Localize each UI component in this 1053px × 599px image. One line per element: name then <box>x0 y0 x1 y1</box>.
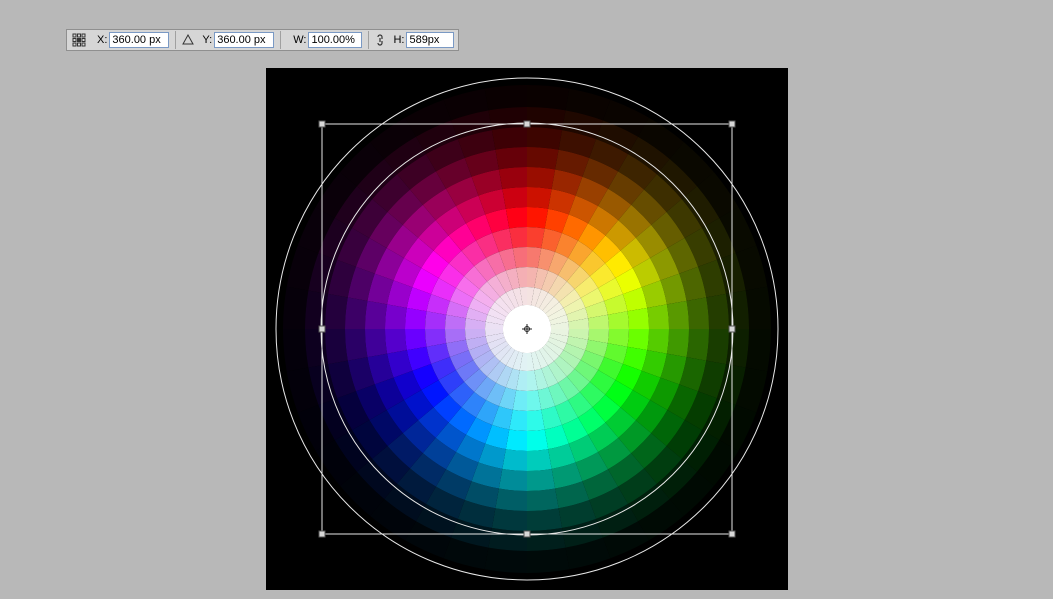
wheel-cell <box>527 85 569 110</box>
wheel-cell <box>283 329 308 371</box>
wheel-cell <box>527 469 555 491</box>
wheel-cell <box>385 304 407 329</box>
wheel-cell <box>485 85 527 110</box>
wheel-cell <box>667 329 689 357</box>
wheel-cell <box>502 187 527 209</box>
reference-point-icon[interactable] <box>71 32 87 48</box>
wheel-cell <box>365 301 387 329</box>
wheel-cell <box>527 167 555 189</box>
wheel-cell <box>667 301 689 329</box>
wheel-cell <box>627 308 649 329</box>
wheel-cell <box>405 308 427 329</box>
wheel-cell <box>488 107 527 130</box>
wheel-cell <box>527 147 559 169</box>
wheel-cell <box>527 187 552 209</box>
wheel-cell <box>506 207 527 229</box>
w-label: W: <box>293 34 306 46</box>
wheel-cell <box>627 329 649 350</box>
relative-position-icon[interactable] <box>182 34 194 46</box>
wheel-cell <box>345 329 367 361</box>
transform-handle[interactable] <box>729 121 735 127</box>
wheel-cell <box>365 329 387 357</box>
wheel-cell <box>647 329 669 354</box>
transform-options-bar: X: Y: W: H: <box>66 29 459 51</box>
y-input[interactable] <box>214 32 274 48</box>
wheel-cell <box>706 294 729 329</box>
wheel-cell <box>506 429 527 451</box>
transform-handle[interactable] <box>729 326 735 332</box>
document-canvas[interactable] <box>266 68 788 590</box>
transform-handle[interactable] <box>319 326 325 332</box>
wheel-cell <box>687 297 709 329</box>
transform-handle[interactable] <box>729 531 735 537</box>
wheel-cell <box>492 127 527 150</box>
wheel-cell <box>687 329 709 361</box>
wheel-cell <box>527 508 562 531</box>
wheel-cell <box>726 329 749 368</box>
transform-handle[interactable] <box>524 531 530 537</box>
separator <box>368 31 369 49</box>
w-input[interactable] <box>308 32 362 48</box>
wheel-cell <box>527 127 562 150</box>
h-input[interactable] <box>406 32 454 48</box>
wheel-cell <box>746 287 771 329</box>
wheel-cell <box>527 548 569 573</box>
x-label: X: <box>97 34 107 46</box>
wheel-cell <box>485 548 527 573</box>
wheel-cell <box>305 290 328 329</box>
wheel-cell <box>726 290 749 329</box>
transform-handle[interactable] <box>319 121 325 127</box>
wheel-cell <box>488 528 527 551</box>
wheel-cell <box>385 329 407 354</box>
wheel-cell <box>345 297 367 329</box>
y-label: Y: <box>202 34 212 46</box>
wheel-cell <box>527 489 559 511</box>
transform-handle[interactable] <box>524 121 530 127</box>
wheel-cell <box>325 294 348 329</box>
wheel-cell <box>706 329 729 364</box>
x-input[interactable] <box>109 32 169 48</box>
h-label: H: <box>393 34 404 46</box>
wheel-cell <box>492 508 527 531</box>
wheel-cell <box>746 329 771 371</box>
wheel-cell <box>527 528 566 551</box>
constrain-proportions-icon[interactable] <box>375 33 385 47</box>
separator <box>175 31 176 49</box>
wheel-cell <box>495 489 527 511</box>
wheel-cell <box>502 449 527 471</box>
wheel-cell <box>647 304 669 329</box>
wheel-cell <box>405 329 427 350</box>
wheel-cell <box>283 287 308 329</box>
wheel-cell <box>527 429 548 451</box>
wheel-cell <box>527 107 566 130</box>
separator <box>280 31 281 49</box>
wheel-cell <box>527 449 552 471</box>
wheel-cell <box>499 469 527 491</box>
wheel-cell <box>495 147 527 169</box>
wheel-cell <box>527 207 548 229</box>
wheel-cell <box>305 329 328 368</box>
transform-handle[interactable] <box>319 531 325 537</box>
wheel-cell <box>499 167 527 189</box>
wheel-cell <box>325 329 348 364</box>
